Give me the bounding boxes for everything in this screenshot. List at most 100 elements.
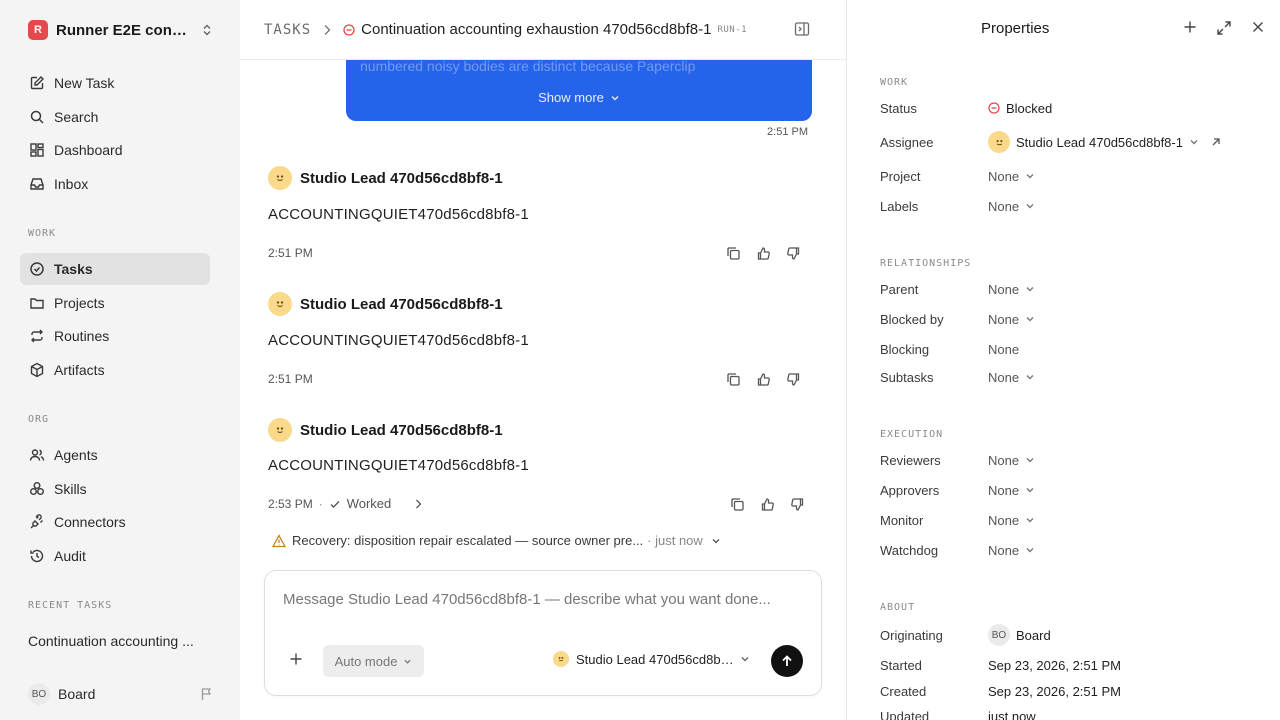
property-label: Originating [880,627,943,643]
recent-task-item[interactable]: Continuation accounting ... [28,633,203,649]
panel-toggle-icon[interactable] [794,21,810,37]
parent-select[interactable]: None [988,282,1035,297]
nav-routines[interactable]: Routines [20,320,210,352]
plus-icon[interactable] [1183,20,1197,34]
thumbs-up-icon[interactable] [758,495,776,513]
section-about: ABOUT [880,602,916,613]
monitor-value: None [988,512,1020,528]
repeat-icon [28,327,46,345]
expand-icon[interactable] [1216,20,1232,36]
labels-select[interactable]: None [988,199,1035,214]
property-label: Created [880,683,927,699]
send-button[interactable] [771,645,803,677]
nav-label: Dashboard [54,142,123,158]
flag-icon[interactable] [200,687,214,701]
chevron-right-icon [323,24,331,36]
workspace-switcher[interactable]: R Runner E2E conti... [28,18,214,42]
workspace-name: Runner E2E conti... [56,21,190,39]
nav-dashboard[interactable]: Dashboard [20,134,210,166]
agent-select[interactable]: Studio Lead 470d56cd8bf8-1 [553,651,750,667]
property-blocking: Blocking None [880,339,1260,359]
thumbs-down-icon[interactable] [784,370,802,388]
subtasks-value: None [988,369,1020,385]
worked-label: Worked [346,496,392,511]
show-more-button[interactable]: Show more [346,90,812,105]
breadcrumb-tasks[interactable]: TASKS [264,22,311,38]
users-icon [28,446,46,464]
smiley-avatar-icon [988,131,1010,153]
originating-value-wrap: BO Board [988,624,1051,646]
nav-agents[interactable]: Agents [20,439,210,471]
blocked-status-icon [343,23,355,36]
nav-artifacts[interactable]: Artifacts [20,354,210,386]
nav-search[interactable]: Search [20,101,210,133]
close-icon[interactable] [1251,20,1265,34]
chevron-down-icon [1025,485,1035,495]
thumbs-down-icon[interactable] [788,495,806,513]
copy-icon[interactable] [728,495,746,513]
nav-label: Audit [54,548,86,564]
property-assignee: Assignee Studio Lead 470d56cd8bf8-1 [880,131,1260,153]
monitor-select[interactable]: None [988,513,1035,528]
nav-inbox[interactable]: Inbox [20,168,210,200]
worked-toggle[interactable]: Worked [329,496,423,511]
property-label: Approvers [880,482,940,498]
property-labels: Labels None [880,196,1260,216]
chevron-down-icon [711,536,721,546]
nav-audit[interactable]: Audit [20,540,210,572]
message-input[interactable] [283,591,803,608]
message-actions [728,495,806,513]
smiley-avatar-icon [268,418,292,442]
recovery-notice[interactable]: Recovery: disposition repair escalated —… [272,533,721,548]
message-actions [724,244,802,262]
status-select[interactable]: Blocked [988,101,1052,116]
check-icon [329,498,341,510]
check-circle-icon [28,260,46,278]
blocked-by-select[interactable]: None [988,312,1035,327]
subtasks-select[interactable]: None [988,370,1035,385]
recovery-time: · just now [647,533,703,548]
nav-new-task[interactable]: New Task [20,67,210,99]
copy-icon[interactable] [724,370,742,388]
chevron-down-icon [1025,201,1035,211]
nav-skills[interactable]: Skills [20,473,210,505]
property-subtasks: Subtasks None [880,367,1260,387]
chevron-down-icon [1189,137,1199,147]
approvers-select[interactable]: None [988,483,1035,498]
dashboard-icon [28,141,46,159]
skills-icon [28,480,46,498]
new-task-icon [28,74,46,92]
property-label: Reviewers [880,452,941,468]
nav-label: Projects [54,295,105,311]
mode-select[interactable]: Auto mode [323,645,424,677]
breadcrumb: TASKS Continuation accounting exhaustion… [240,0,846,60]
nav-tasks[interactable]: Tasks [20,253,210,285]
project-select[interactable]: None [988,169,1035,184]
copy-icon[interactable] [724,244,742,262]
history-icon [28,547,46,565]
plus-icon[interactable] [289,652,303,666]
section-org: ORG [28,414,50,425]
thumbs-up-icon[interactable] [754,370,772,388]
arrow-up-icon [780,654,794,668]
watchdog-select[interactable]: None [988,543,1035,558]
external-link-icon[interactable] [1211,137,1221,147]
nav-connectors[interactable]: Connectors [20,506,210,538]
parent-value: None [988,281,1020,297]
user-menu[interactable]: BO Board [28,683,214,705]
property-label: Blocked by [880,311,944,327]
section-recent-tasks: RECENT TASKS [28,600,113,611]
thumbs-down-icon[interactable] [784,244,802,262]
property-started: Started Sep 23, 2026, 2:51 PM [880,655,1260,675]
nav-projects[interactable]: Projects [20,287,210,319]
show-more-label: Show more [538,90,604,105]
author-name: Studio Lead 470d56cd8bf8-1 [300,421,503,439]
box-icon [28,361,46,379]
thumbs-up-icon[interactable] [754,244,772,262]
message-timestamp: 2:51 PM [268,246,313,260]
message-meta: 2:53 PM · Worked [268,496,422,511]
updated-value: just now [988,708,1036,720]
chevron-down-icon [740,654,750,664]
reviewers-select[interactable]: None [988,453,1035,468]
assignee-select[interactable]: Studio Lead 470d56cd8bf8-1 [988,131,1221,153]
